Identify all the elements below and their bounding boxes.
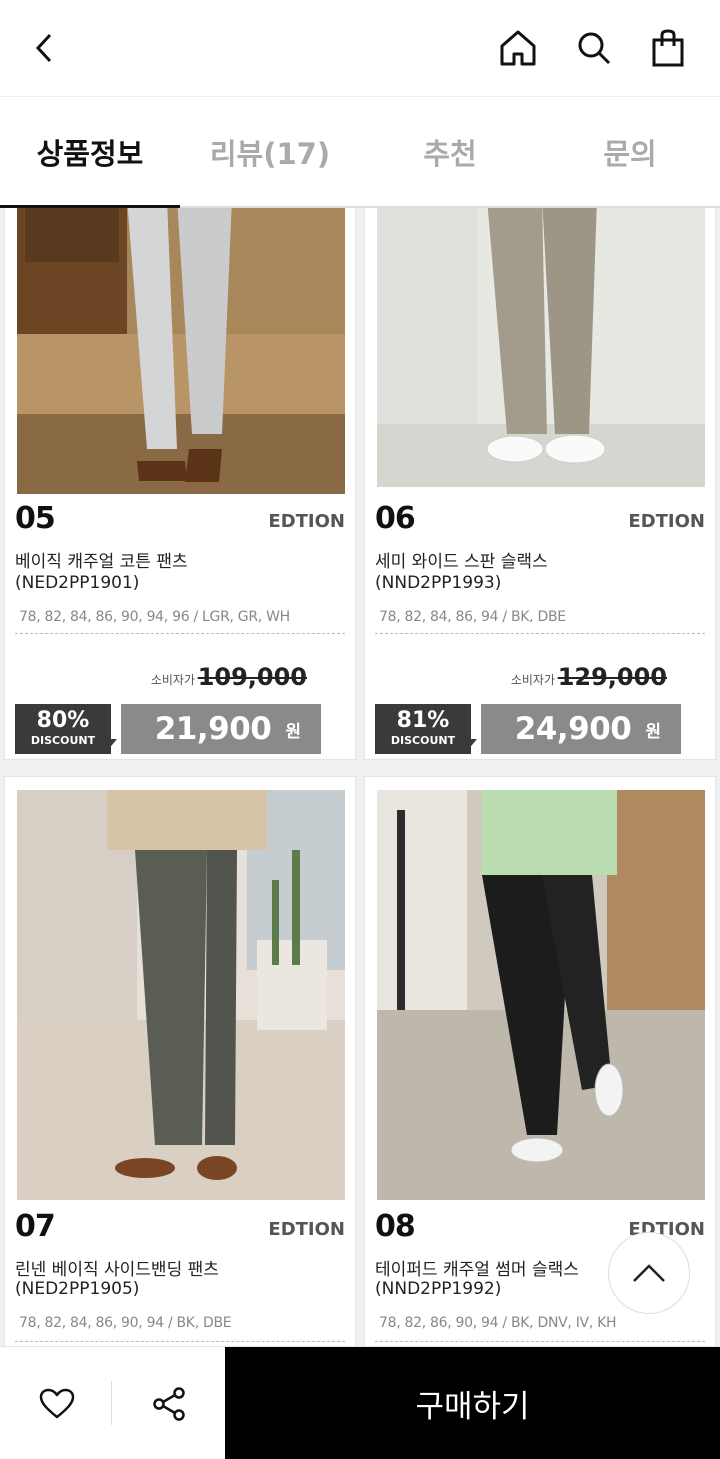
tab-reviews[interactable]: 리뷰(17) (180, 97, 360, 207)
product-code: (NND2PP1993) (375, 573, 502, 593)
product-code: (NED2PP1901) (15, 573, 140, 593)
search-icon (578, 32, 611, 65)
product-number: 08 (375, 1209, 416, 1244)
product-brand: EDTION (628, 511, 705, 532)
back-button[interactable] (20, 24, 68, 72)
consumer-price: 129,000 (557, 663, 667, 691)
share-button[interactable] (146, 1381, 192, 1427)
product-brand: EDTION (268, 1219, 345, 1240)
shopping-bag-button[interactable] (644, 24, 692, 72)
consumer-price: 109,000 (197, 663, 307, 691)
product-sizes: 78, 82, 86, 90, 94 / BK, DNV, IV, KH (379, 1315, 617, 1331)
buy-button[interactable]: 구매하기 (225, 1347, 720, 1459)
sale-price-box: 21,900 원 (121, 704, 321, 754)
product-image (17, 790, 345, 1200)
shopping-bag-icon (652, 29, 684, 67)
divider (15, 1341, 345, 1342)
product-sizes: 78, 82, 84, 86, 90, 94, 96 / LGR, GR, WH (19, 609, 290, 625)
product-number: 07 (15, 1209, 56, 1244)
search-button[interactable] (570, 24, 618, 72)
product-grid: 05 EDTION 베이직 캐주얼 코튼 팬츠 (NED2PP1901) 78,… (0, 208, 720, 1346)
product-number: 06 (375, 501, 416, 536)
divider (111, 1381, 112, 1425)
tab-recommend[interactable]: 추천 (360, 97, 540, 207)
divider (375, 633, 705, 634)
consumer-price-label: 소비자가 (510, 673, 555, 687)
product-number: 05 (15, 501, 56, 536)
discount-percent: 81% (396, 708, 450, 733)
tab-inquiry[interactable]: 문의 (540, 97, 720, 207)
discount-percent: 80% (36, 708, 90, 733)
product-image (377, 790, 705, 1200)
product-sizes: 78, 82, 84, 86, 90, 94 / BK, DBE (19, 1315, 232, 1331)
product-card[interactable]: 06 EDTION 세미 와이드 스판 슬랙스 (NND2PP1993) 78,… (364, 208, 716, 760)
currency-label: 원 (285, 721, 301, 742)
tab-bar: 상품정보 리뷰(17) 추천 문의 (0, 96, 720, 209)
product-name: 세미 와이드 스판 슬랙스 (375, 552, 548, 572)
consumer-price-label: 소비자가 (150, 673, 195, 687)
home-icon (500, 30, 536, 66)
wishlist-button[interactable] (34, 1381, 80, 1427)
scroll-top-button[interactable] (608, 1232, 690, 1314)
chevron-up-icon (633, 1264, 665, 1282)
product-code: (NED2PP1905) (15, 1279, 140, 1299)
product-name: 린넨 베이직 사이드밴딩 팬츠 (15, 1260, 219, 1280)
share-icon (153, 1387, 185, 1421)
product-code: (NND2PP1992) (375, 1279, 502, 1299)
product-image (377, 208, 705, 487)
down-arrow-icon (97, 739, 117, 751)
product-brand: EDTION (268, 511, 345, 532)
currency-label: 원 (645, 721, 661, 742)
top-header (0, 0, 720, 96)
chevron-left-icon (35, 33, 52, 63)
product-image (17, 208, 345, 494)
product-card[interactable]: 07 EDTION 린넨 베이직 사이드밴딩 팬츠 (NED2PP1905) 7… (4, 776, 356, 1346)
home-button[interactable] (494, 24, 542, 72)
tab-product-info[interactable]: 상품정보 (0, 97, 180, 209)
product-sizes: 78, 82, 84, 86, 94 / BK, DBE (379, 609, 566, 625)
divider (15, 633, 345, 634)
product-name: 테이퍼드 캐주얼 썸머 슬랙스 (375, 1260, 579, 1280)
product-card[interactable]: 05 EDTION 베이직 캐주얼 코튼 팬츠 (NED2PP1901) 78,… (4, 208, 356, 760)
down-arrow-icon (457, 739, 477, 751)
sale-price: 21,900 (154, 711, 272, 747)
sale-price-box: 24,900 원 (481, 704, 681, 754)
heart-icon (39, 1388, 75, 1419)
bottom-action-bar: 구매하기 (0, 1346, 720, 1459)
sale-price: 24,900 (514, 711, 632, 747)
divider (375, 1341, 705, 1342)
product-name: 베이직 캐주얼 코튼 팬츠 (15, 552, 188, 572)
